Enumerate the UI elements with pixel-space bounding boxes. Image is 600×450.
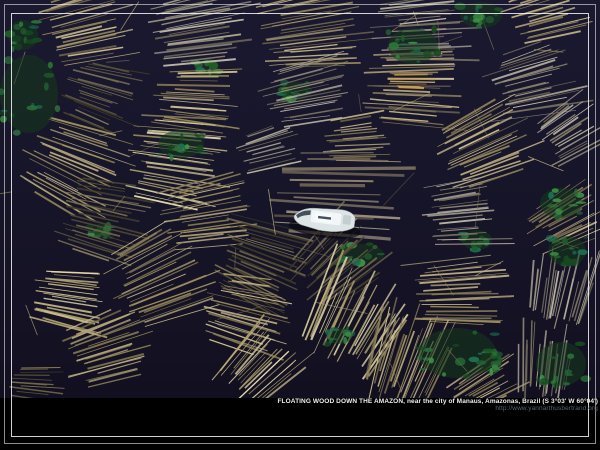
aerial-photo	[0, 0, 600, 398]
wallpaper: FLOATING WOOD DOWN THE AMAZON, near the …	[0, 0, 600, 450]
caption-bar: FLOATING WOOD DOWN THE AMAZON, near the …	[277, 398, 598, 412]
photo-caption: FLOATING WOOD DOWN THE AMAZON, near the …	[277, 398, 598, 405]
photo-credit-url: http://www.yannarthusbertrand.org	[277, 405, 598, 412]
photo-area	[0, 0, 600, 398]
